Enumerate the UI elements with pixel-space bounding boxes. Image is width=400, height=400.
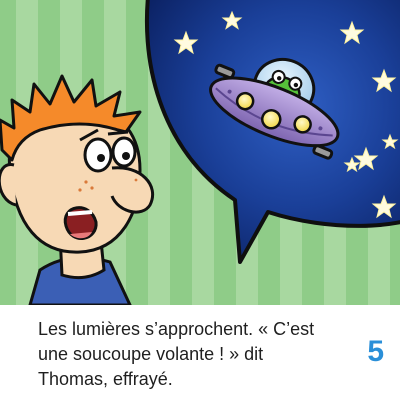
story-illustration <box>0 0 400 305</box>
caption-line-2: une soucoupe volante ! » dit <box>38 344 264 364</box>
page-number: 5 <box>367 335 384 368</box>
caption-area: Les lumières s’approchent. « C’est une s… <box>0 305 400 400</box>
caption-line-1: Les lumières s’approchent. « C’est <box>38 319 315 339</box>
story-caption: Les lumières s’approchent. « C’est une s… <box>38 317 338 392</box>
book-page: Les lumières s’approchent. « C’est une s… <box>0 0 400 400</box>
caption-line-3: Thomas, effrayé. <box>38 369 173 389</box>
